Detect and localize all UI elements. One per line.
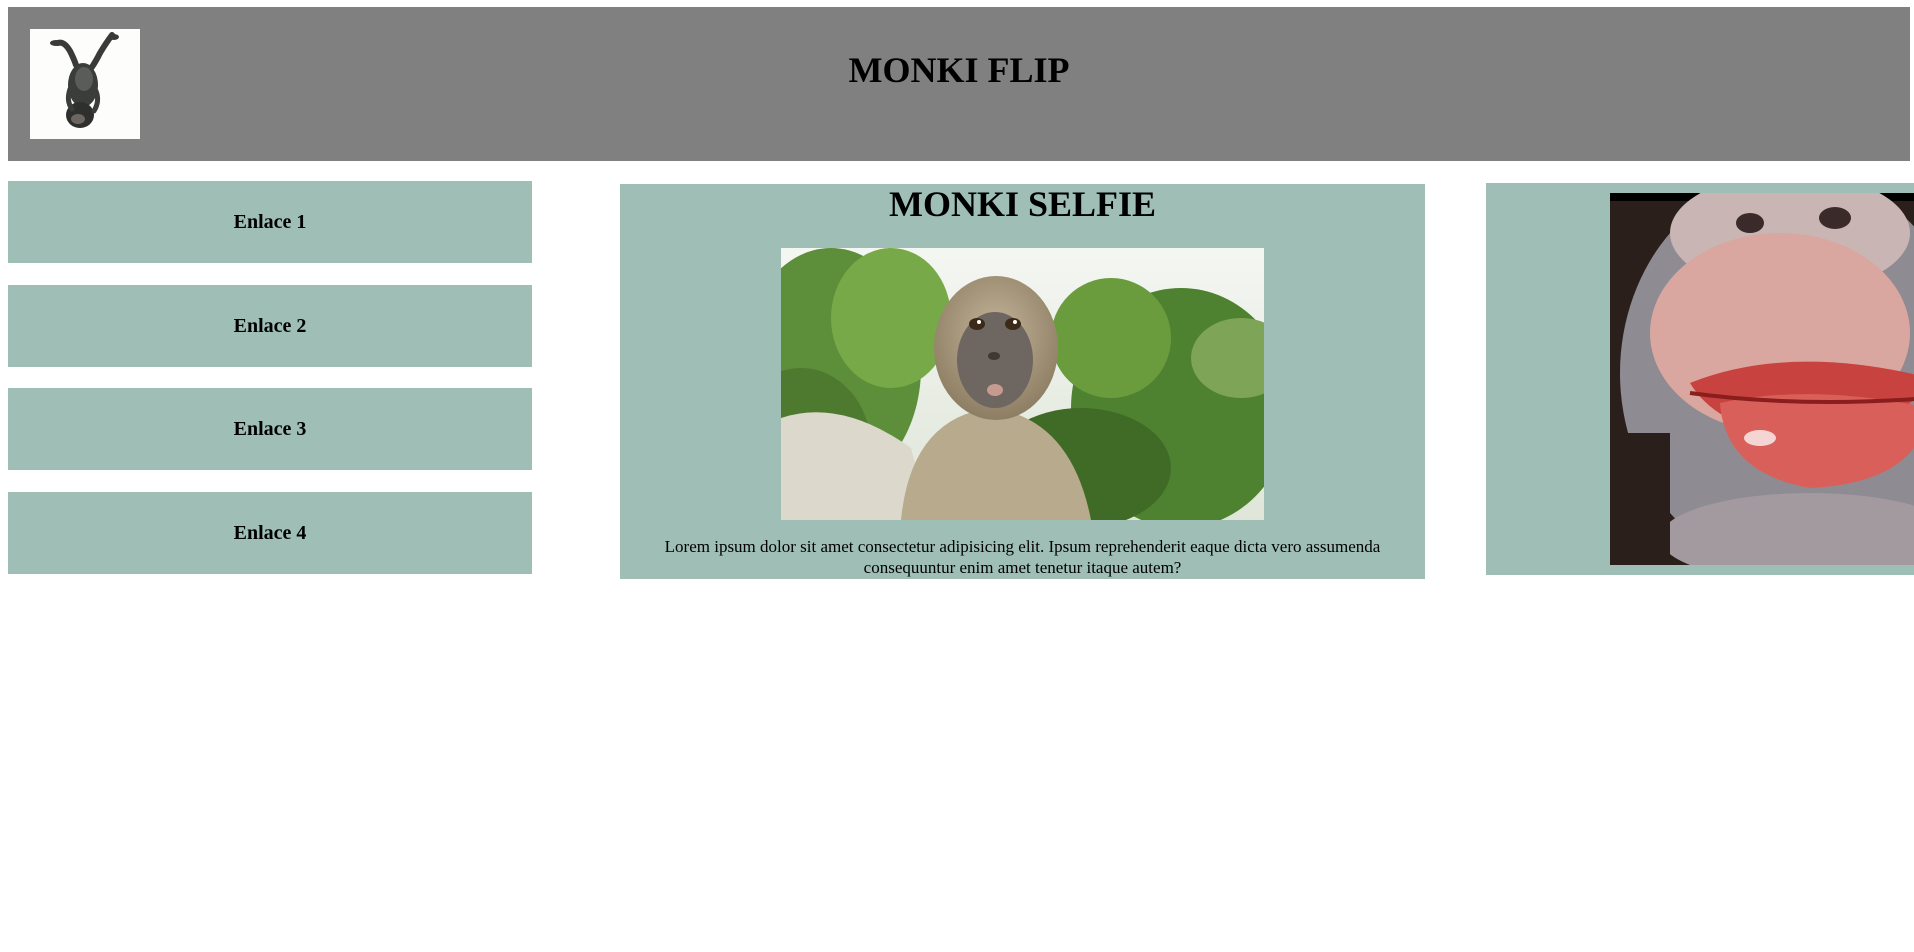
- monkey-selfie-photo: [781, 248, 1264, 520]
- nav-link-1[interactable]: Enlace 1: [8, 181, 532, 263]
- article-text: Lorem ipsum dolor sit amet consectetur a…: [664, 537, 1381, 577]
- article-title: MONKI SELFIE: [888, 184, 1157, 224]
- site-title: MONKI FLIP: [848, 50, 1070, 90]
- nav-link-2[interactable]: Enlace 2: [8, 285, 532, 367]
- site-header: MONKI FLIP: [8, 7, 1910, 161]
- main-article: MONKI SELFIE Lorem ipsum dolor sit amet …: [620, 184, 1425, 579]
- nav-link-4[interactable]: Enlace 4: [8, 492, 532, 574]
- monkey-lips-photo: [1610, 193, 1914, 565]
- sidebar-aside: [1486, 183, 1914, 575]
- nav-link-3[interactable]: Enlace 3: [8, 388, 532, 470]
